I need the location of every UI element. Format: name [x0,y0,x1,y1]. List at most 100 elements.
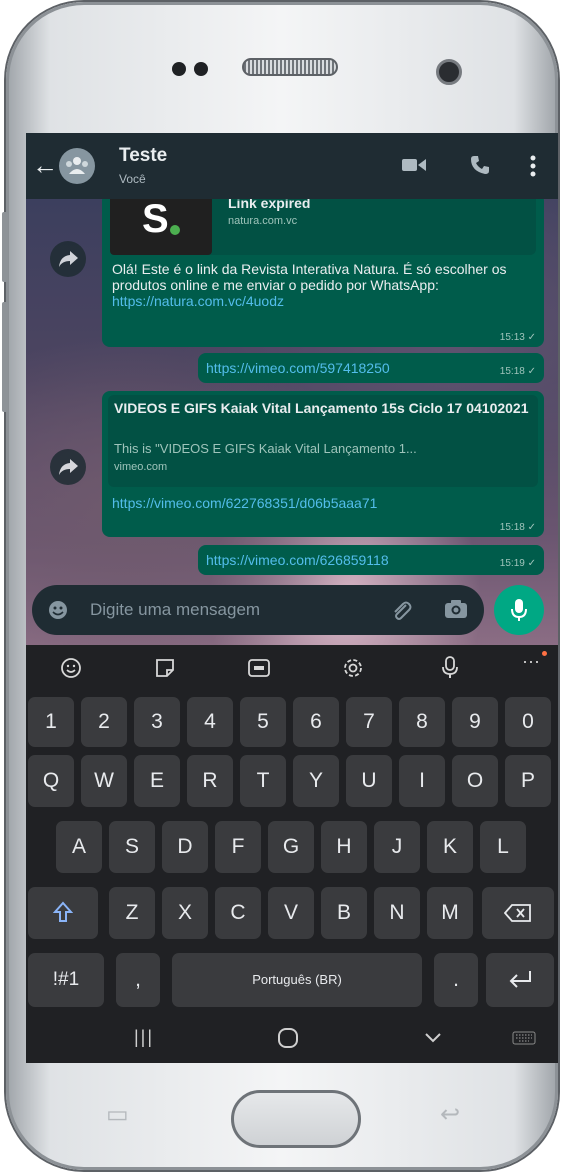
group-avatar[interactable] [59,148,95,184]
key-i[interactable]: I [399,755,445,807]
preview-domain: vimeo.com [114,461,168,473]
chat-header: ← Teste Você [26,133,558,199]
link-preview[interactable]: S Link expired natura.com.vc [110,199,536,255]
voice-message-button[interactable] [494,585,544,635]
key-p[interactable]: P [505,755,551,807]
key-r[interactable]: R [187,755,233,807]
preview-title: VIDEOS E GIFS Kaiak Vital Lançamento 15s… [114,400,529,416]
chat-area[interactable]: S Link expired natura.com.vc Olá! Este é… [26,199,558,645]
emoji-icon[interactable] [60,657,82,679]
enter-key[interactable] [486,953,554,1007]
key-8[interactable]: 8 [399,697,445,747]
key-y[interactable]: Y [293,755,339,807]
message-link[interactable]: https://vimeo.com/597418250 [206,360,390,376]
emoji-icon[interactable] [48,600,68,620]
forward-icon [59,251,78,267]
key-v[interactable]: V [268,887,314,939]
key-7[interactable]: 7 [346,697,392,747]
camera-icon[interactable] [444,599,468,619]
shift-key[interactable] [28,887,98,939]
message-meta: 15:19 ✓ [500,558,536,569]
message-input[interactable]: Digite uma mensagem [32,585,484,635]
key-w[interactable]: W [81,755,127,807]
key-l[interactable]: L [480,821,526,873]
key-2[interactable]: 2 [81,697,127,747]
backspace-key[interactable] [482,887,554,939]
key-f[interactable]: F [215,821,261,873]
keyboard-switch-icon[interactable] [512,1031,536,1045]
chat-title[interactable]: Teste [119,145,167,167]
key-h[interactable]: H [321,821,367,873]
home-icon[interactable] [278,1028,298,1048]
gif-icon[interactable] [248,658,270,678]
key-k[interactable]: K [427,821,473,873]
enter-icon [509,971,531,988]
attach-icon[interactable] [390,599,412,621]
message-bubble[interactable]: https://vimeo.com/597418250 15:18 ✓ [198,353,544,383]
front-camera [436,59,462,85]
key-o[interactable]: O [452,755,498,807]
key-x[interactable]: X [162,887,208,939]
video-call-icon[interactable] [402,157,426,173]
recents-icon[interactable]: ||| [134,1027,154,1048]
key-3[interactable]: 3 [134,697,180,747]
key-n[interactable]: N [374,887,420,939]
settings-icon[interactable] [342,657,364,679]
mic-icon[interactable] [442,656,458,680]
logo-dot [170,225,180,235]
forward-button[interactable] [50,241,86,277]
hide-keyboard-icon[interactable] [424,1032,442,1044]
voice-call-icon[interactable] [470,155,490,175]
message-bubble[interactable]: VIDEOS E GIFS Kaiak Vital Lançamento 15s… [102,391,544,537]
home-button[interactable] [231,1090,361,1148]
more-options-icon[interactable] [530,155,536,177]
back-key-icon[interactable]: ↩ [440,1100,460,1129]
forward-button[interactable] [50,449,86,485]
message-link[interactable]: https://natura.com.vc/4uodz [112,293,284,309]
message-placeholder[interactable]: Digite uma mensagem [90,600,260,620]
key-c[interactable]: C [215,887,261,939]
notification-dot [542,651,547,656]
symbols-key[interactable]: !#1 [28,953,104,1007]
key-u[interactable]: U [346,755,392,807]
space-key[interactable]: Português (BR) [172,953,422,1007]
chat-subtitle[interactable]: Você [119,172,146,186]
key-t[interactable]: T [240,755,286,807]
key-j[interactable]: J [374,821,420,873]
shift-icon [53,901,73,922]
key-d[interactable]: D [162,821,208,873]
more-icon[interactable]: ··· [522,651,540,672]
read-check-icon: ✓ [527,558,536,569]
sensor-dot [194,62,208,76]
key-9[interactable]: 9 [452,697,498,747]
key-5[interactable]: 5 [240,697,286,747]
period-key[interactable]: . [434,953,478,1007]
key-s[interactable]: S [109,821,155,873]
back-arrow-icon[interactable]: ← [32,151,58,179]
message-time: 15:13 [499,332,525,343]
sticker-icon[interactable] [154,657,176,679]
message-bubble[interactable]: S Link expired natura.com.vc Olá! Este é… [102,199,544,347]
key-g[interactable]: G [268,821,314,873]
key-a[interactable]: A [56,821,102,873]
message-bubble[interactable]: https://vimeo.com/626859118 15:19 ✓ [198,545,544,575]
key-0[interactable]: 0 [505,697,551,747]
message-text: Olá! Este é o link da Revista Interativa… [112,261,532,309]
keyboard-toolbar: ··· [26,645,558,689]
link-preview[interactable]: VIDEOS E GIFS Kaiak Vital Lançamento 15s… [108,395,538,487]
key-m[interactable]: M [427,887,473,939]
key-z[interactable]: Z [109,887,155,939]
preview-title: Link expired [228,199,311,211]
key-1[interactable]: 1 [28,697,74,747]
message-link[interactable]: https://vimeo.com/626859118 [206,552,389,568]
key-e[interactable]: E [134,755,180,807]
recent-apps-key-icon[interactable]: ▭ [106,1100,129,1129]
key-6[interactable]: 6 [293,697,339,747]
comma-key[interactable]: , [116,953,160,1007]
screen: ← Teste Você S Link expired natura.com.v… [26,133,558,1063]
preview-description: This is "VIDEOS E GIFS Kaiak Vital Lança… [114,441,417,456]
key-q[interactable]: Q [28,755,74,807]
message-link[interactable]: https://vimeo.com/622768351/d06b5aaa71 [112,495,377,511]
key-4[interactable]: 4 [187,697,233,747]
key-b[interactable]: B [321,887,367,939]
